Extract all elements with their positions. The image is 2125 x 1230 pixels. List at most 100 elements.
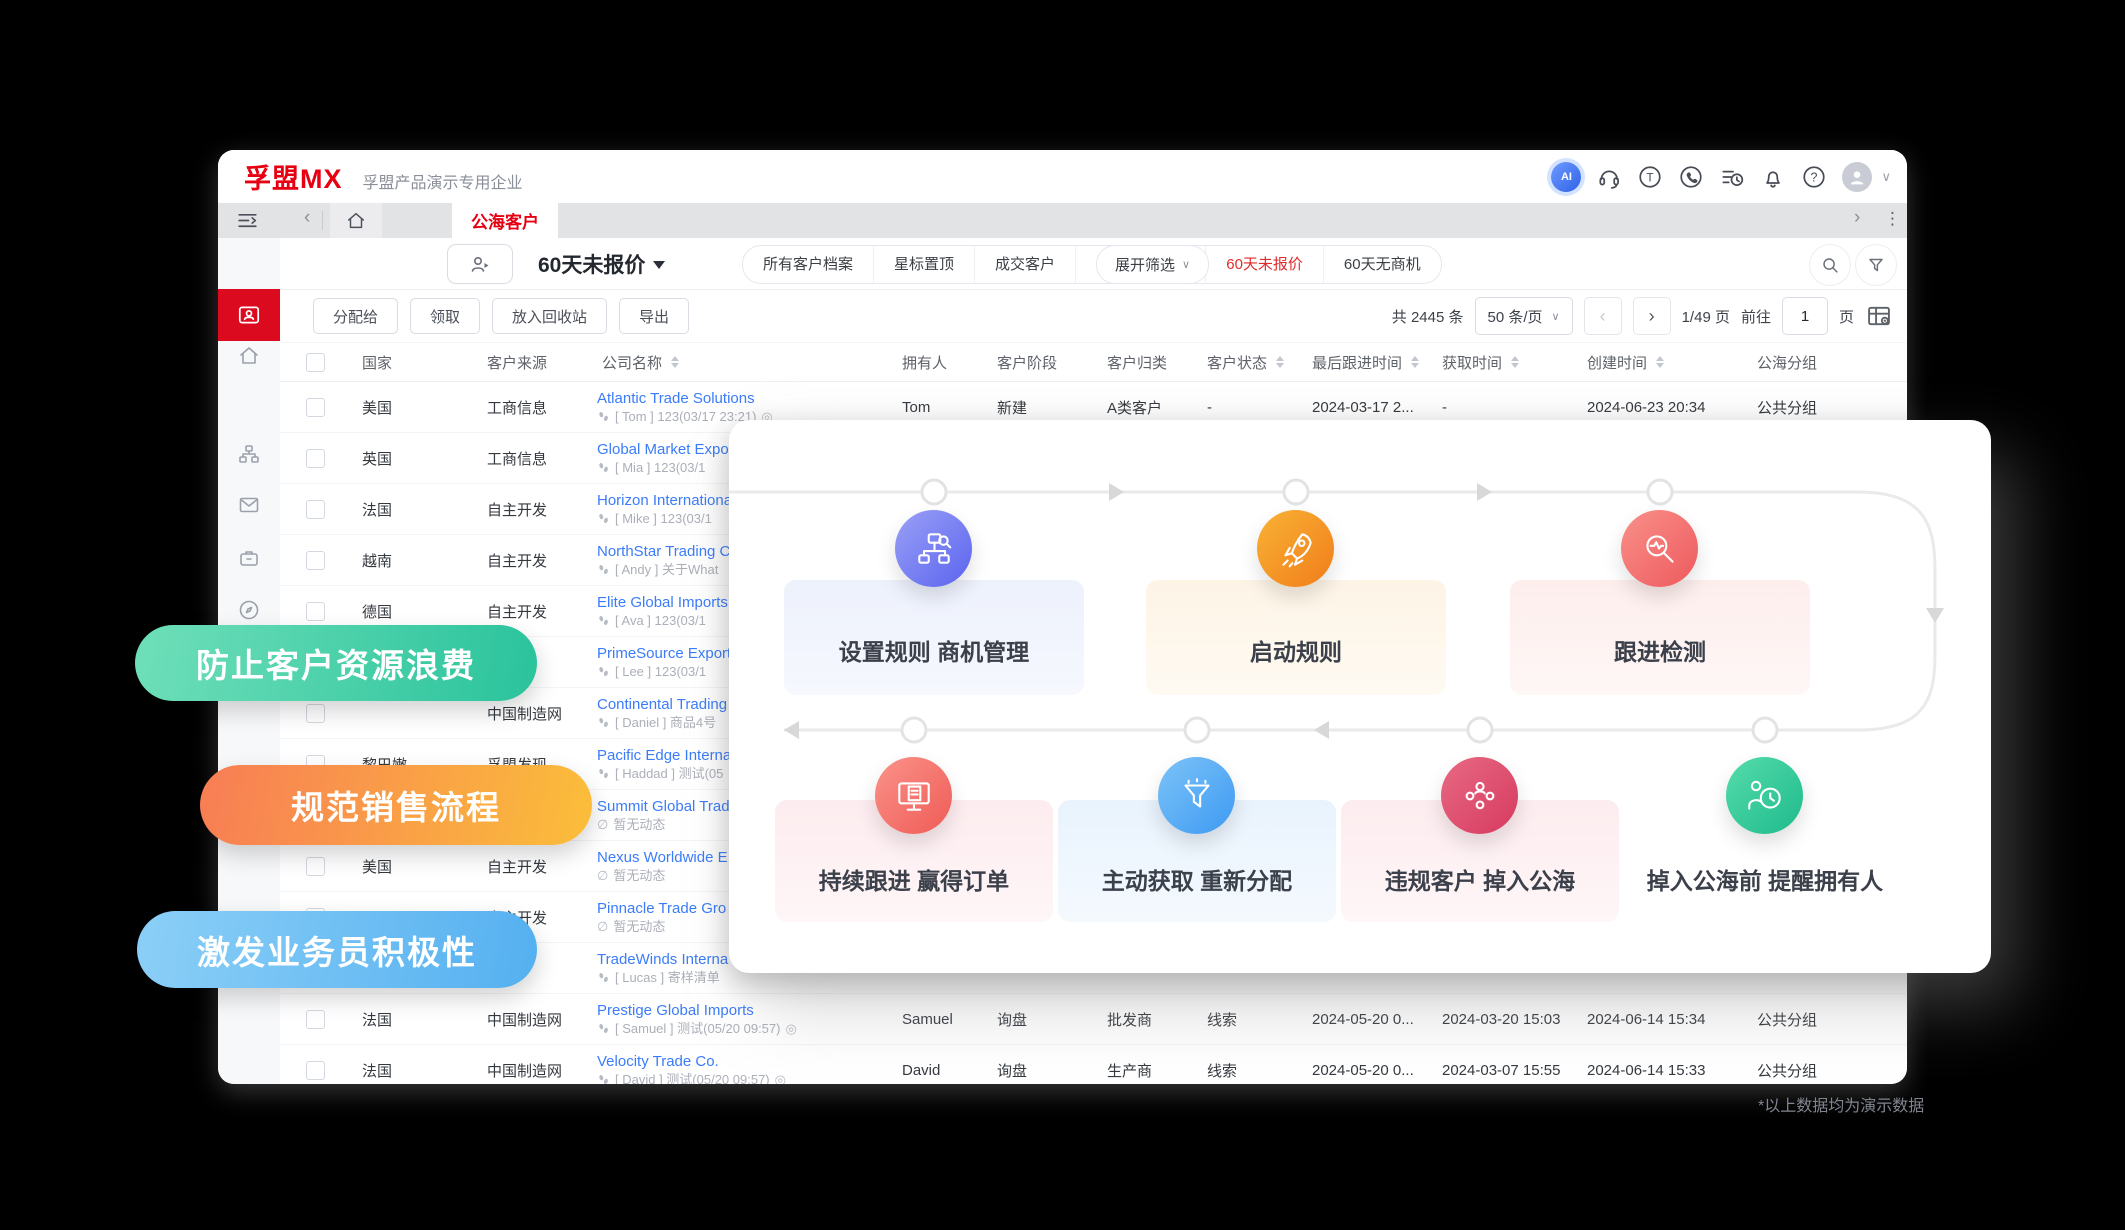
owner-filter-button[interactable]: [447, 244, 513, 284]
cell-source: 中国制造网: [487, 1062, 563, 1080]
table-row[interactable]: 法国 中国制造网 Velocity Trade Co. [ David ] 测试(05…: [280, 1045, 1907, 1084]
cell-status: 线索: [1207, 1011, 1238, 1029]
filter-no-opportunity-60d[interactable]: 60天无商机: [1322, 246, 1441, 283]
row-checkbox[interactable]: [306, 1009, 325, 1029]
column-settings-icon[interactable]: [1865, 302, 1893, 330]
task-list-icon[interactable]: [1719, 164, 1745, 190]
export-button[interactable]: 导出: [619, 298, 690, 334]
company-link[interactable]: Pacific Edge Interna: [597, 747, 731, 764]
company-link[interactable]: Pinnacle Trade Gro: [597, 900, 726, 917]
phone-icon[interactable]: [1678, 164, 1704, 190]
company-link[interactable]: NorthStar Trading C: [597, 543, 730, 560]
tabbar: ‹ 公海客户 › ⋮: [218, 203, 1907, 238]
row-checkbox[interactable]: [306, 550, 325, 570]
page-info: 1/49 页: [1681, 308, 1730, 326]
cell-group: 公共分组: [1757, 1011, 1818, 1029]
ai-assistant-icon[interactable]: AI: [1551, 161, 1582, 192]
activity-line: [ Lee ] 123(03/1: [597, 664, 706, 679]
column-header: 客户来源: [487, 354, 548, 372]
sort-icon[interactable]: [1656, 356, 1665, 368]
divider: [322, 211, 323, 230]
cell-created-time: 2024-06-23 20:34: [1587, 398, 1706, 416]
translate-icon[interactable]: T: [1637, 164, 1663, 190]
cell-category: A类客户: [1107, 399, 1163, 417]
row-checkbox[interactable]: [306, 856, 325, 876]
company-link[interactable]: Prestige Global Imports: [597, 1002, 754, 1019]
company-link[interactable]: Nexus Worldwide E: [597, 849, 728, 866]
row-checkbox[interactable]: [306, 499, 325, 519]
search-icon[interactable]: [1809, 244, 1851, 286]
avatar[interactable]: [1842, 161, 1873, 192]
company-link[interactable]: PrimeSource Export: [597, 645, 731, 662]
company-link[interactable]: TradeWinds Interna: [597, 951, 728, 968]
view-dropdown[interactable]: 60天未报价: [538, 238, 666, 289]
column-header[interactable]: 获取时间: [1420, 352, 1565, 373]
demo-data-footnote: *以上数据均为演示数据: [1758, 1098, 1925, 1115]
eye-icon[interactable]: ◎: [775, 1072, 786, 1084]
goto-page-input[interactable]: [1781, 297, 1828, 335]
activity-line: [ Mike ] 123(03/1: [597, 511, 712, 526]
filter-starred[interactable]: 星标置顶: [873, 246, 974, 283]
row-checkbox[interactable]: [306, 703, 325, 723]
table-row[interactable]: 法国 中国制造网 Prestige Global Imports [ Samuel ]…: [280, 994, 1907, 1045]
filter-deal-customers[interactable]: 成交客户: [974, 246, 1075, 283]
company-link[interactable]: Velocity Trade Co.: [597, 1053, 719, 1070]
sidebar-item-org-chart[interactable]: [218, 436, 280, 472]
prev-page-button[interactable]: ‹: [1583, 297, 1622, 335]
view-dropdown-label: 60天未报价: [538, 253, 646, 277]
select-all-checkbox[interactable]: [306, 352, 325, 372]
sort-icon[interactable]: [671, 356, 680, 368]
notifications-icon[interactable]: [1760, 164, 1786, 190]
activity-track-icon: [599, 769, 608, 778]
cell-company: Prestige Global Imports [ Samuel ] 测试(05/…: [580, 1002, 880, 1036]
company-link[interactable]: Elite Global Imports: [597, 594, 728, 611]
tab-forward-icon[interactable]: ›: [1854, 207, 1860, 229]
column-header[interactable]: 创建时间: [1565, 352, 1735, 373]
chevron-down-icon[interactable]: ∨: [1881, 169, 1891, 185]
activity-track-icon: [599, 1024, 608, 1033]
sort-icon[interactable]: [1276, 356, 1285, 368]
activity-track-icon: [599, 565, 608, 574]
next-page-button[interactable]: ›: [1632, 297, 1671, 335]
column-header[interactable]: 最后跟进时间: [1290, 352, 1420, 373]
tab-public-customers[interactable]: 公海客户: [452, 203, 558, 238]
sidebar-item-briefcase[interactable]: [218, 540, 280, 576]
monitor-doc-icon: [875, 757, 952, 834]
company-link[interactable]: Horizon Internationa: [597, 492, 732, 509]
cell-country: 法国: [362, 501, 393, 519]
company-link[interactable]: Summit Global Trad: [597, 798, 730, 815]
filter-all-customers[interactable]: 所有客户档案: [743, 246, 873, 283]
company-link[interactable]: Global Market Expor: [597, 441, 734, 458]
row-checkbox[interactable]: [306, 397, 325, 417]
sidebar-item-home[interactable]: [218, 338, 280, 374]
eye-icon[interactable]: ◎: [785, 1021, 796, 1036]
page-unit: 页: [1838, 308, 1854, 326]
row-checkbox[interactable]: [306, 601, 325, 621]
collapse-sidebar-icon[interactable]: [235, 208, 260, 233]
sort-icon[interactable]: [1511, 356, 1520, 368]
column-header: 拥有人: [902, 354, 948, 372]
assign-to-button[interactable]: 分配给: [313, 298, 399, 334]
activity-line: [ Andy ] 关于What: [597, 562, 718, 577]
sidebar-item-mail[interactable]: [218, 487, 280, 523]
tab-more-icon[interactable]: ⋮: [1884, 209, 1901, 229]
filter-funnel-icon[interactable]: [1855, 244, 1897, 286]
tab-home-icon[interactable]: [330, 203, 382, 238]
tab-back-icon[interactable]: ‹: [304, 207, 310, 229]
column-header[interactable]: 公司名称: [580, 352, 880, 373]
row-checkbox[interactable]: [306, 1060, 325, 1080]
expand-filters-button[interactable]: 展开筛选 ∨: [1096, 245, 1210, 284]
headset-icon[interactable]: [1596, 164, 1622, 190]
help-icon[interactable]: ?: [1801, 164, 1827, 190]
page-size-select[interactable]: 50 条/页 ∨: [1474, 297, 1573, 335]
sidebar-item-customers[interactable]: [218, 289, 280, 341]
sidebar-item-compass[interactable]: [218, 592, 280, 628]
sort-icon[interactable]: [1411, 356, 1420, 368]
company-link[interactable]: Continental Trading: [597, 696, 727, 713]
column-header[interactable]: 客户状态: [1185, 352, 1290, 373]
company-link[interactable]: Atlantic Trade Solutions: [597, 390, 755, 407]
recycle-bin-button[interactable]: 放入回收站: [492, 298, 608, 334]
filter-no-quote-60d[interactable]: 60天未报价: [1205, 246, 1323, 283]
claim-button[interactable]: 领取: [410, 298, 481, 334]
row-checkbox[interactable]: [306, 448, 325, 468]
